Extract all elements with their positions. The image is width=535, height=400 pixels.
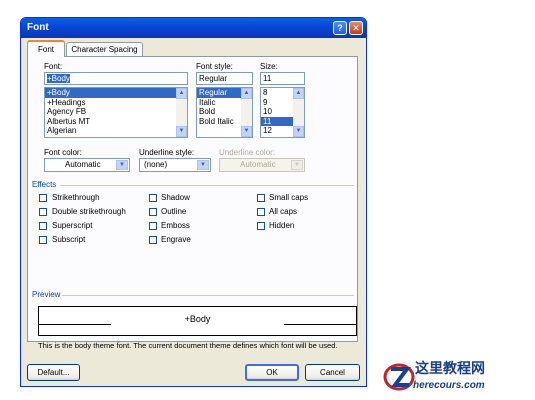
double-strikethrough-checkbox[interactable] <box>39 208 47 216</box>
font-list-scrollbar[interactable]: ▲ ▼ <box>176 88 187 137</box>
superscript-label: Superscript <box>52 221 93 230</box>
tab-font[interactable]: Font <box>27 40 65 57</box>
all-caps-checkbox[interactable] <box>257 208 265 216</box>
chevron-down-icon[interactable]: ▼ <box>116 160 128 170</box>
size-list[interactable]: 8 9 10 11 12 ▲ ▼ <box>260 87 305 138</box>
underline-style-label: Underline style: <box>139 148 195 157</box>
underline-color-select: Automatic ▼ <box>219 158 305 172</box>
list-item[interactable]: +Body <box>45 88 187 98</box>
scroll-down-icon[interactable]: ▼ <box>176 126 187 137</box>
help-button[interactable]: ? <box>333 21 347 35</box>
window-title: Font <box>27 22 49 33</box>
preview-description: This is the body theme font. The current… <box>38 341 338 350</box>
emboss-label: Emboss <box>161 221 190 230</box>
size-input[interactable]: 11 <box>260 72 305 85</box>
scroll-down-icon[interactable]: ▼ <box>241 126 252 137</box>
font-style-label: Font style: <box>196 62 233 71</box>
title-bar[interactable]: Font ? ✕ <box>21 18 366 38</box>
small-caps-checkbox[interactable] <box>257 194 265 202</box>
engrave-label: Engrave <box>161 235 191 244</box>
subscript-label: Subscript <box>52 235 86 244</box>
hidden-checkbox[interactable] <box>257 222 265 230</box>
double-strikethrough-label: Double strikethrough <box>52 207 126 216</box>
scroll-up-icon[interactable]: ▲ <box>176 88 187 99</box>
outline-checkbox[interactable] <box>149 208 157 216</box>
font-list[interactable]: +Body +Headings Agency FB Albertus MT Al… <box>44 87 188 138</box>
scroll-down-icon[interactable]: ▼ <box>293 126 304 137</box>
list-item[interactable]: +Headings <box>45 98 187 108</box>
all-caps-label: All caps <box>269 207 298 216</box>
chevron-down-icon: ▼ <box>291 160 303 170</box>
herecours-logo-icon <box>383 363 415 391</box>
effects-heading: Effects <box>32 180 57 189</box>
preview-heading: Preview <box>32 290 61 299</box>
font-name-value: +Body <box>47 74 70 83</box>
preview-baseline-left <box>39 324 111 325</box>
close-button[interactable]: ✕ <box>349 21 363 35</box>
scroll-up-icon[interactable]: ▲ <box>241 88 252 99</box>
underline-color-value: Automatic <box>240 160 276 169</box>
font-label: Font: <box>44 62 63 71</box>
font-tab-panel: Font: +Body +Body +Headings Agency FB Al… <box>27 56 358 350</box>
size-list-scrollbar[interactable]: ▲ ▼ <box>293 88 304 137</box>
scroll-up-icon[interactable]: ▲ <box>293 88 304 99</box>
font-color-select[interactable]: Automatic ▼ <box>44 158 130 172</box>
strikethrough-checkbox[interactable] <box>39 194 47 202</box>
strikethrough-label: Strikethrough <box>52 193 100 202</box>
effects-divider <box>60 185 354 186</box>
preview-divider <box>62 295 354 296</box>
watermark-url: herecours.com <box>413 380 485 391</box>
preview-sample-text: +Body <box>184 314 211 324</box>
underline-style-select[interactable]: (none) ▼ <box>139 158 211 172</box>
subscript-checkbox[interactable] <box>39 236 47 244</box>
font-color-value: Automatic <box>65 160 101 169</box>
list-item[interactable]: Agency FB <box>45 107 187 117</box>
engrave-checkbox[interactable] <box>149 236 157 244</box>
underline-style-value: (none) <box>144 160 168 169</box>
tab-character-spacing[interactable]: Character Spacing <box>66 42 143 56</box>
size-label: Size: <box>260 62 278 71</box>
default-button[interactable]: Default... <box>27 364 80 381</box>
hidden-label: Hidden <box>269 221 295 230</box>
watermark-title: 这里教程网 <box>415 360 485 376</box>
chevron-down-icon[interactable]: ▼ <box>197 160 209 170</box>
font-color-label: Font color: <box>44 148 82 157</box>
emboss-checkbox[interactable] <box>149 222 157 230</box>
style-list-scrollbar[interactable]: ▲ ▼ <box>241 88 252 137</box>
list-item[interactable]: Algerian <box>45 126 187 136</box>
list-item[interactable]: Albertus MT <box>45 117 187 127</box>
superscript-checkbox[interactable] <box>39 222 47 230</box>
small-caps-label: Small caps <box>269 193 309 202</box>
preview-box: +Body <box>38 306 357 336</box>
shadow-label: Shadow <box>161 193 190 202</box>
shadow-checkbox[interactable] <box>149 194 157 202</box>
font-dialog: Font ? ✕ Font Character Spacing Font: +B… <box>20 17 367 387</box>
font-name-input[interactable]: +Body <box>44 72 188 85</box>
preview-baseline-right <box>284 324 356 325</box>
underline-color-label: Underline color: <box>219 148 276 157</box>
cancel-button[interactable]: Cancel <box>305 364 360 381</box>
font-style-input[interactable]: Regular <box>196 72 253 85</box>
outline-label: Outline <box>161 207 187 216</box>
font-style-list[interactable]: Regular Italic Bold Bold Italic ▲ ▼ <box>196 87 253 138</box>
ok-button[interactable]: OK <box>245 364 299 381</box>
